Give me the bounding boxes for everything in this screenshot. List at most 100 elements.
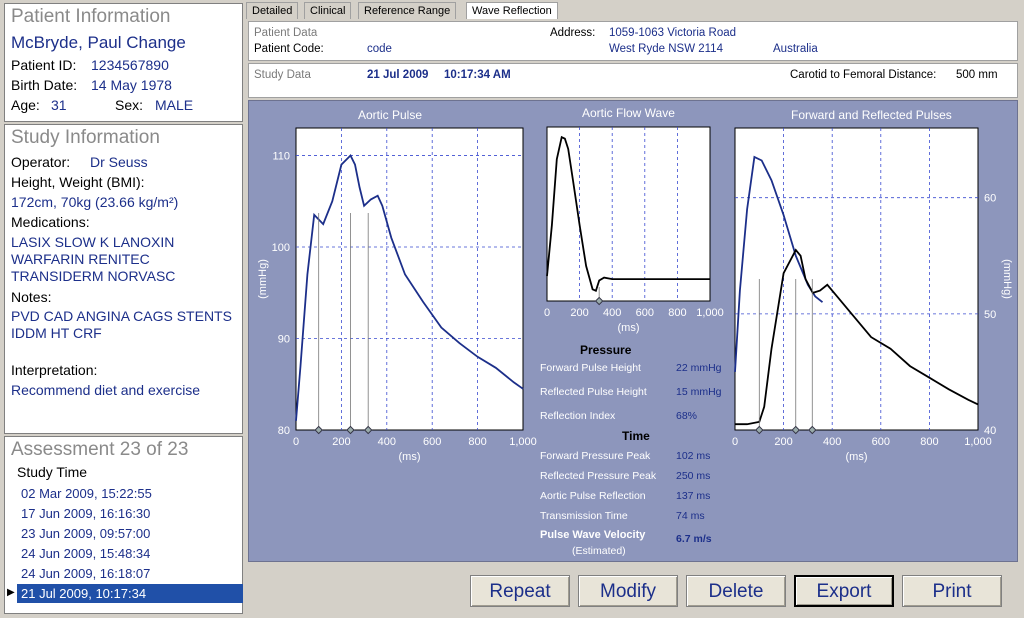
height-weight-value: 172cm, 70kg (23.66 kg/m²) [11,194,179,210]
patient-data-box: Patient Data Patient Code: code Address:… [248,21,1018,61]
tab-clinical[interactable]: Clinical [304,2,352,19]
plot-frame [546,126,711,302]
y-tick-label: 40 [984,425,996,437]
birth-date-label: Birth Date: [11,77,78,93]
y-tick-label: 60 [984,193,996,205]
notes-line: IDDM HT CRF [11,325,102,341]
repeat-button[interactable]: Repeat [470,575,570,607]
y-tick-label: 110 [272,150,290,162]
interpretation-label: Interpretation: [11,362,98,378]
time-heading: Time [622,429,650,443]
age-label: Age: [11,97,40,113]
patient-id-label: Patient ID: [11,57,77,73]
x-tick-label: 0 [732,436,738,448]
tab-detailed[interactable]: Detailed [246,2,299,19]
wave-reflection-graph-area: Aortic Pulse Aortic Flow Wave Forward an… [248,100,1018,562]
forward-pulse-height-label: Forward Pulse Height [540,362,641,374]
notes-line: PVD CAD ANGINA CAGS STENTS [11,308,232,324]
address-label: Address: [550,27,596,39]
reflected-pulse-height-label: Reflected Pulse Height [540,386,647,398]
x-tick-label: 400 [823,436,841,448]
x-tick-label: 1,000 [509,436,537,448]
study-data-box: Study Data 21 Jul 2009 10:17:34 AM Carot… [248,63,1018,98]
x-tick-label: 600 [872,436,890,448]
medication-line: LASIX SLOW K LANOXIN [11,234,175,250]
forward-pressure-peak-value: 102 ms [676,450,711,462]
study-info-title: Study Information [11,127,160,148]
y-axis-label: (mmHg) [257,259,269,299]
y-tick-label: 100 [272,242,290,254]
x-axis-label: (ms) [618,322,640,334]
patient-name: McBryde, Paul Change [11,33,186,52]
tab-wave-reflection[interactable]: Wave Reflection [466,2,558,19]
modify-button[interactable]: Modify [578,575,678,607]
study-time: 10:17:34 AM [444,69,511,81]
distance-value: 500 mm [956,69,998,81]
x-tick-label: 600 [423,436,441,448]
patient-id-value: 1234567890 [91,57,169,73]
patient-data-label: Patient Data [254,27,318,39]
plot-frame [295,127,524,431]
x-tick-label: 600 [636,307,654,319]
print-button[interactable]: Print [902,575,1002,607]
x-tick-label: 0 [293,436,299,448]
study-information-panel: Study Information Operator: Dr Seuss Hei… [4,124,243,434]
transmission-time-value: 74 ms [676,510,705,522]
tab-reference-range[interactable]: Reference Range [358,2,457,19]
x-tick-label: 400 [603,307,621,319]
assessment-row-selected[interactable]: 21 Jul 2009, 10:17:34 [17,584,243,603]
reflected-pressure-peak-label: Reflected Pressure Peak [540,470,657,482]
forward-pressure-peak-label: Forward Pressure Peak [540,450,651,462]
transmission-time-label: Transmission Time [540,510,628,522]
y-tick-label: 90 [278,333,290,345]
study-data-label: Study Data [254,69,311,81]
assessment-row[interactable]: 24 Jun 2009, 16:18:07 [17,564,243,583]
age-value: 31 [51,97,67,113]
sex-label: Sex: [115,97,144,113]
patient-code-value: code [367,43,392,55]
address-country: Australia [773,43,818,55]
y-axis-label: (mmHg) [1001,259,1013,299]
patient-code-label: Patient Code: [254,43,324,55]
x-axis-label: (ms) [846,451,868,463]
x-tick-label: 800 [668,307,686,319]
x-tick-label: 200 [774,436,792,448]
notes-label: Notes: [11,289,52,305]
patient-info-title: Patient Information [11,6,171,27]
address-line2: West Ryde NSW 2114 [609,43,723,55]
x-tick-label: 800 [920,436,938,448]
study-date: 21 Jul 2009 [367,69,429,81]
assessment-panel: Assessment 23 of 23 Study Time 02 Mar 20… [4,436,243,614]
current-row-arrow-icon: ▶ [7,587,15,598]
delete-button[interactable]: Delete [686,575,786,607]
pwv-sublabel: (Estimated) [572,545,626,557]
operator-label: Operator: [11,154,71,170]
pwv-value: 6.7 m/s [676,533,712,545]
assessment-title: Assessment 23 of 23 [11,439,189,460]
medication-line: WARFARIN RENITEC [11,251,150,267]
assessment-row[interactable]: 23 Jun 2009, 09:57:00 [17,524,243,543]
reflected-pulse-height-value: 15 mmHg [676,386,722,398]
pwv-label: Pulse Wave Velocity [540,529,646,541]
assessment-row[interactable]: 24 Jun 2009, 15:48:34 [17,544,243,563]
reflection-index-label: Reflection Index [540,410,616,422]
x-tick-label: 200 [570,307,588,319]
address-line1: 1059-1063 Victoria Road [609,27,737,39]
sex-value: MALE [155,97,194,113]
study-time-header: Study Time [17,464,88,480]
distance-label: Carotid to Femoral Distance: [790,69,937,81]
x-tick-label: 200 [332,436,350,448]
x-tick-label: 1,000 [696,307,724,319]
pressure-heading: Pressure [580,343,632,357]
assessment-row[interactable]: 17 Jun 2009, 16:16:30 [17,504,243,523]
medications-label: Medications: [11,214,90,230]
export-button[interactable]: Export [794,575,894,607]
x-tick-label: 1,000 [964,436,992,448]
interpretation-value: Recommend diet and exercise [11,382,201,398]
operator-value: Dr Seuss [90,154,148,170]
x-axis-label: (ms) [399,451,421,463]
height-weight-label: Height, Weight (BMI): [11,174,145,190]
patient-information-panel: Patient Information McBryde, Paul Change… [4,3,243,122]
assessment-row[interactable]: 02 Mar 2009, 15:22:55 [17,484,243,503]
reflected-pressure-peak-value: 250 ms [676,470,711,482]
